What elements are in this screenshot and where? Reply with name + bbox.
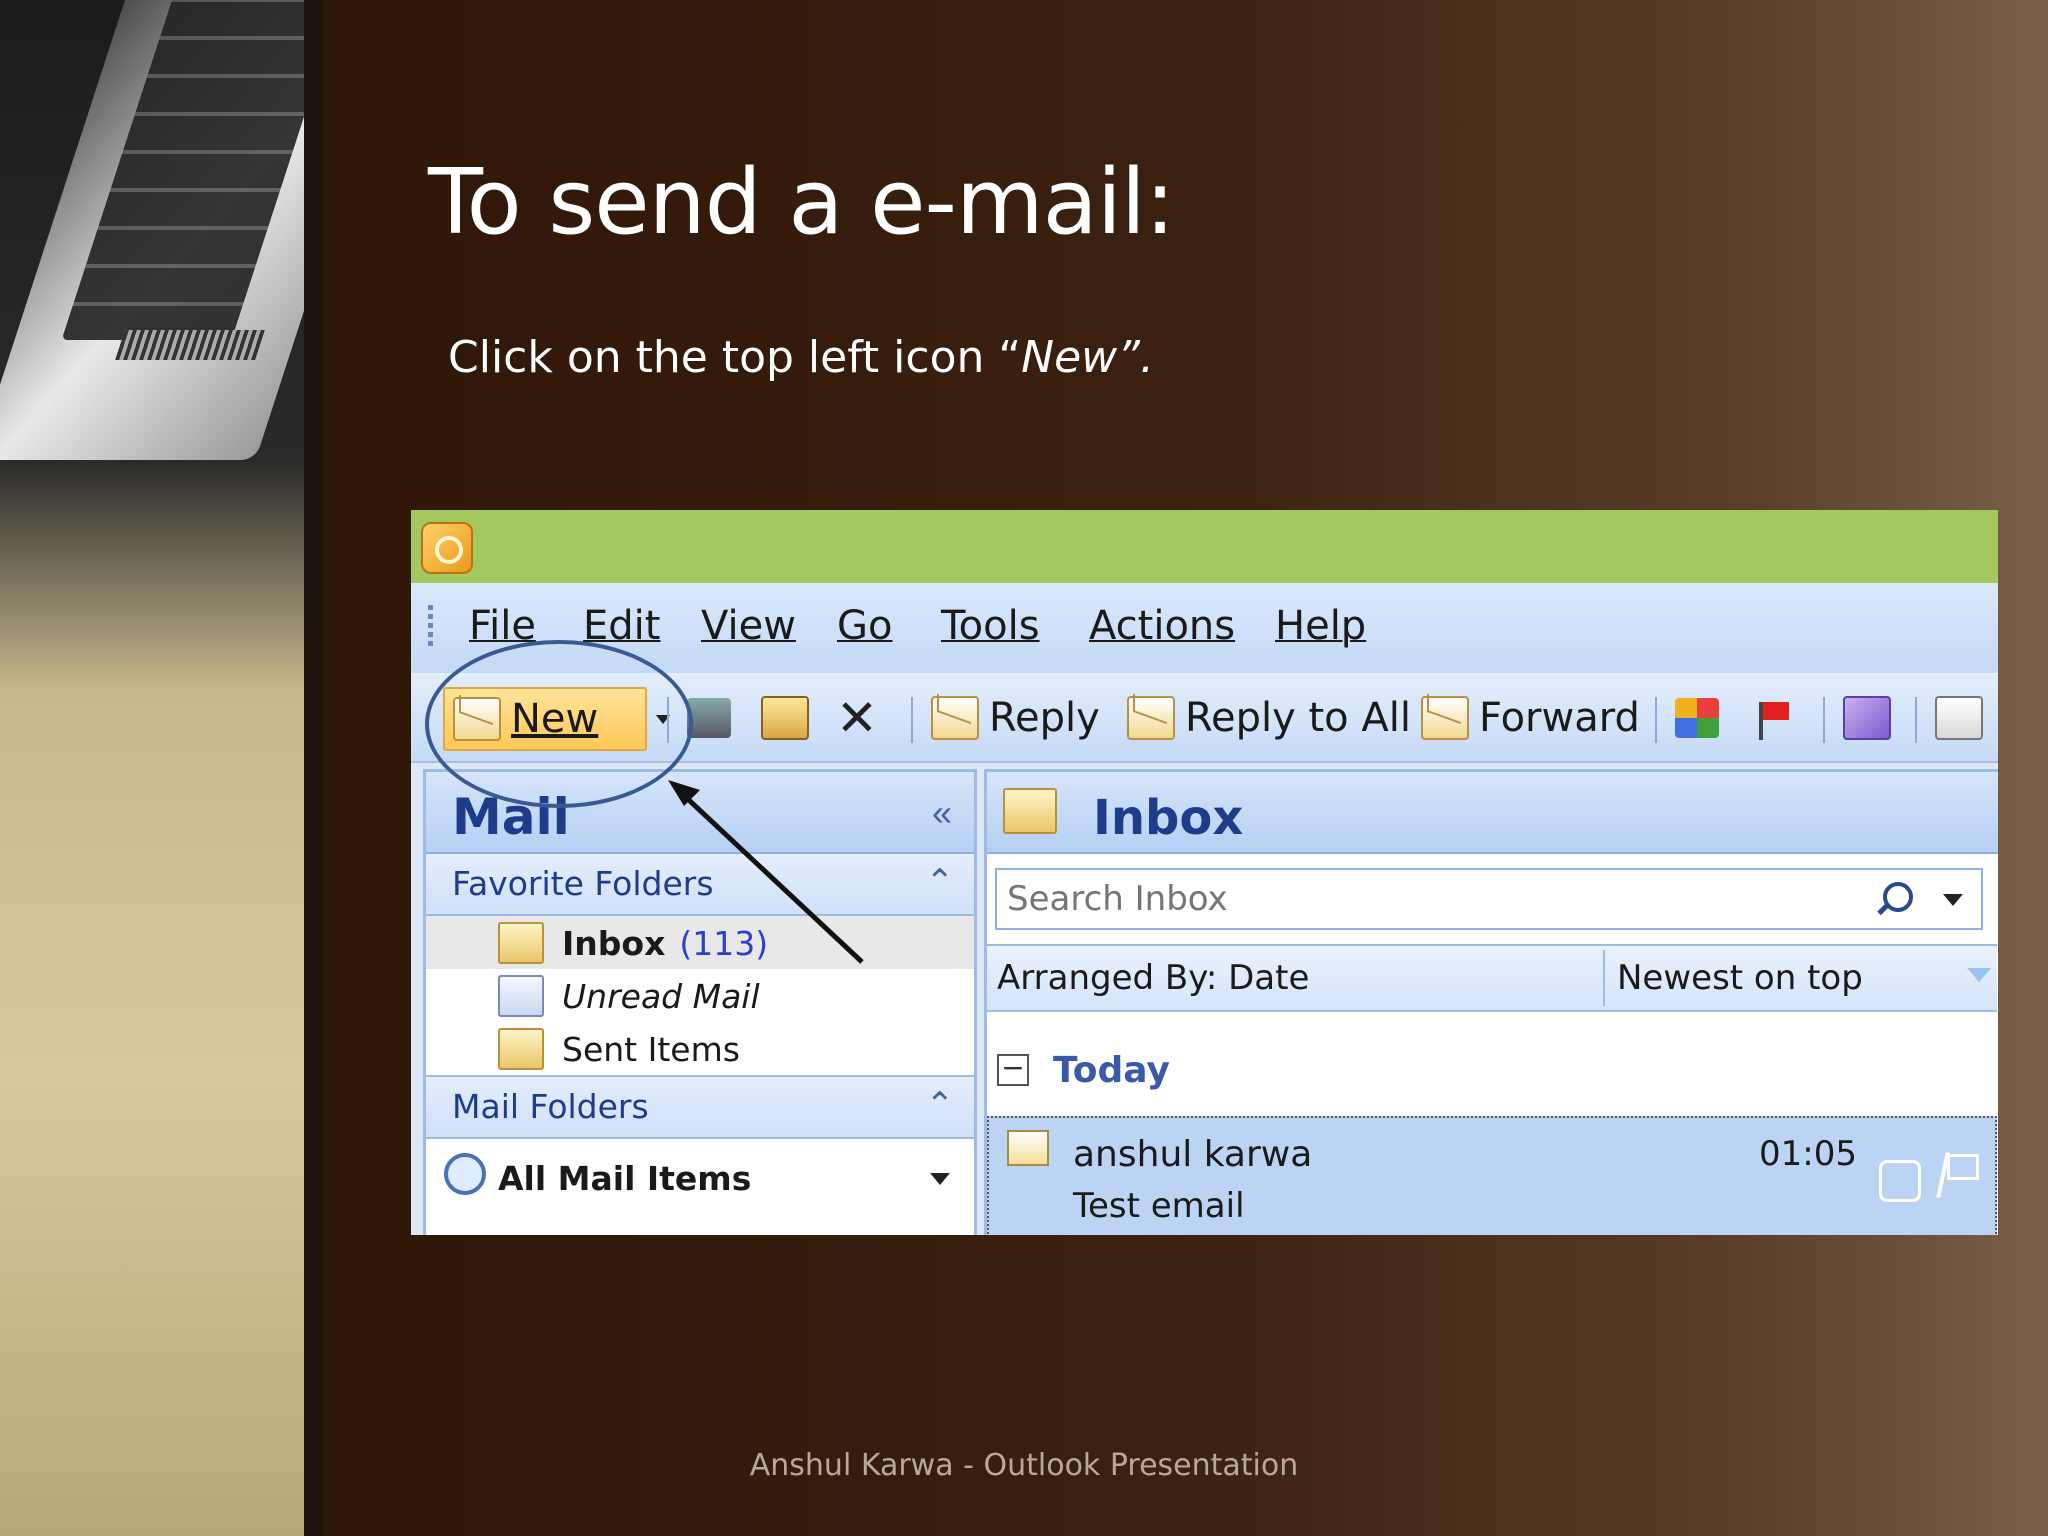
all-mail-items-selector[interactable]: All Mail Items <box>426 1139 974 1209</box>
folder-inbox[interactable]: Inbox (113) <box>426 916 974 969</box>
toolbar-separator <box>1823 697 1825 743</box>
send-receive-icon <box>1843 696 1891 740</box>
arrange-divider <box>1603 950 1605 1006</box>
move-icon <box>761 696 809 740</box>
toolbar-separator <box>1915 697 1917 743</box>
move-to-folder-button[interactable] <box>761 691 809 745</box>
chevron-up-icon[interactable]: ⌃ <box>926 1085 955 1125</box>
magnifier-icon <box>444 1153 486 1195</box>
laptop-photo <box>0 0 322 1536</box>
favorite-folders-header[interactable]: Favorite Folders ⌃ <box>426 854 974 916</box>
folder-sent-items[interactable]: Sent Items <box>426 1022 974 1077</box>
reply-all-icon <box>1127 696 1175 740</box>
all-mail-items-label: All Mail Items <box>498 1159 752 1198</box>
title-bar <box>411 510 1998 583</box>
laptop-edge <box>304 0 322 1536</box>
slide-footer: Anshul Karwa - Outlook Presentation <box>749 1448 1299 1483</box>
slide-subtitle: Click on the top left icon “New”. <box>448 332 1154 383</box>
collapse-group-toggle[interactable]: − <box>997 1054 1029 1086</box>
category-box-icon[interactable] <box>1879 1160 1921 1202</box>
search-box <box>995 868 1983 930</box>
highlight-ellipse <box>425 640 693 808</box>
message-time: 01:05 <box>1759 1134 1857 1174</box>
inbox-folder-icon <box>1003 788 1057 834</box>
menu-view[interactable]: View <box>701 603 796 649</box>
reply-all-button[interactable]: Reply to All <box>1127 691 1411 745</box>
inbox-unread-count: (113) <box>679 924 769 963</box>
menu-actions[interactable]: Actions <box>1089 603 1235 649</box>
folder-unread-label: Unread Mail <box>562 977 760 1016</box>
collapse-pane-icon[interactable]: « <box>932 792 952 834</box>
slide-title: To send a e-mail: <box>428 150 1175 255</box>
send-receive-button[interactable] <box>1843 691 1891 745</box>
inbox-folder-icon <box>498 922 544 964</box>
toolbar-separator <box>1655 697 1657 743</box>
forward-button[interactable]: Forward <box>1421 691 1640 745</box>
outlook-screenshot: File Edit View Go Tools Actions Help New… <box>411 510 1998 1235</box>
reply-button[interactable]: Reply <box>931 691 1100 745</box>
toolbar-separator <box>911 697 913 743</box>
message-sender: anshul karwa <box>1073 1134 1313 1175</box>
forward-label: Forward <box>1479 695 1640 741</box>
delete-button[interactable]: ✕ <box>835 691 879 745</box>
address-book-icon <box>1935 696 1983 740</box>
message-row[interactable]: anshul karwa 01:05 Test email <box>987 1116 1997 1235</box>
message-subject: Test email <box>1073 1186 1245 1226</box>
sort-order-button[interactable]: Newest on top <box>1617 958 1863 998</box>
delete-icon: ✕ <box>836 689 878 747</box>
menu-bar: File Edit View Go Tools Actions Help <box>411 583 1998 673</box>
group-label: Today <box>1053 1050 1170 1091</box>
folder-unread-mail[interactable]: Unread Mail <box>426 969 974 1022</box>
reply-icon <box>931 696 979 740</box>
search-icon[interactable] <box>1883 882 1913 912</box>
navigation-pane: Mail « Favorite Folders ⌃ Inbox (113) Unr… <box>423 769 977 1235</box>
chevron-down-icon[interactable] <box>930 1173 950 1195</box>
menu-help[interactable]: Help <box>1275 603 1366 649</box>
follow-up-button[interactable] <box>1751 691 1795 745</box>
sent-items-folder-icon <box>498 1028 544 1070</box>
arranged-by-button[interactable]: Arranged By: Date <box>997 958 1309 998</box>
subtitle-new-text: New”. <box>1021 332 1154 383</box>
address-book-button[interactable] <box>1935 691 1983 745</box>
inbox-title: Inbox <box>1093 790 1244 846</box>
print-icon <box>687 698 731 738</box>
inbox-header: Inbox <box>987 772 1998 854</box>
subtitle-text: Click on the top left icon “ <box>448 332 1022 383</box>
mail-folders-label: Mail Folders <box>452 1087 649 1126</box>
laptop-vent <box>115 330 265 360</box>
flag-icon[interactable] <box>1937 1152 1979 1198</box>
folder-sent-label: Sent Items <box>562 1030 740 1069</box>
forward-icon <box>1421 696 1469 740</box>
search-input[interactable] <box>1005 876 1849 922</box>
read-envelope-icon <box>1007 1130 1049 1166</box>
menu-grip[interactable] <box>428 605 433 650</box>
flag-icon <box>1751 698 1795 740</box>
arrange-by-bar: Arranged By: Date Newest on top <box>987 944 1997 1012</box>
menu-tools[interactable]: Tools <box>941 603 1040 649</box>
inbox-pane: Inbox Arranged By: Date Newest on top − … <box>984 769 1998 1235</box>
group-header-today: − Today <box>987 1048 1997 1104</box>
sort-arrow-icon[interactable] <box>1967 968 1991 994</box>
search-options-dropdown[interactable] <box>1943 894 1963 916</box>
chevron-up-icon[interactable]: ⌃ <box>926 862 955 902</box>
outlook-app-icon[interactable] <box>421 522 473 574</box>
categorize-button[interactable] <box>1675 691 1719 745</box>
categories-icon <box>1675 698 1719 738</box>
print-button[interactable] <box>687 691 731 745</box>
folder-inbox-label: Inbox <box>562 924 666 963</box>
favorite-folders-label: Favorite Folders <box>452 864 714 903</box>
search-folder-icon <box>498 975 544 1017</box>
reply-label: Reply <box>989 695 1100 741</box>
menu-go[interactable]: Go <box>837 603 892 649</box>
mail-folders-header[interactable]: Mail Folders ⌃ <box>426 1077 974 1139</box>
reply-all-label: Reply to All <box>1185 695 1411 741</box>
